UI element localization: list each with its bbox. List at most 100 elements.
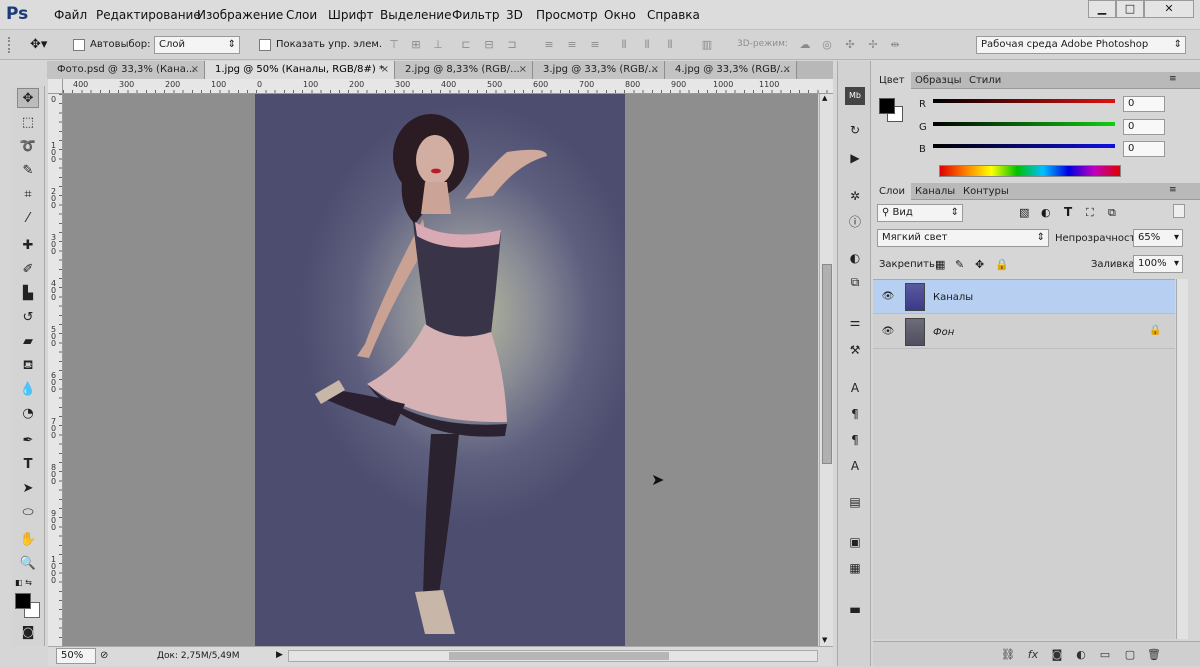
tab-channels[interactable]: Каналы [909,183,961,200]
tab-paths[interactable]: Контуры [957,183,1015,200]
show-controls-checkbox[interactable] [259,39,271,51]
hand-tool-icon[interactable]: ✋ [17,530,39,550]
new-layer-icon[interactable]: ▢ [1122,648,1138,662]
info-icon[interactable]: ⓘ [845,213,865,231]
histogram-icon[interactable]: ▃ [845,597,865,615]
align-vcenter-icon[interactable]: ⊞ [409,39,423,51]
filter-pixel-icon[interactable]: ▧ [1019,206,1029,219]
tab-photo-psd[interactable]: Фото.psd @ 33,3% (Кана... × [47,61,205,79]
layer-row-background[interactable]: 👁 Фон 🔒 [873,315,1175,349]
filter-toggle[interactable] [1173,204,1185,218]
menu-type[interactable]: Шрифт [328,8,374,22]
link-layers-icon[interactable]: ⛓ [1000,648,1016,662]
layer-filter-select[interactable]: ⚲ Вид ⇕ [877,204,963,222]
3d-pan-icon[interactable]: ✣ [843,39,857,51]
zoom-tool-icon[interactable]: 🔍 [17,554,39,574]
mini-bridge-icon[interactable]: Mb [845,87,865,105]
menu-window[interactable]: Окно [604,8,636,22]
vertical-ruler[interactable]: 0 1 0 0 2 0 0 3 0 0 4 0 0 5 0 0 6 0 0 7 … [48,94,63,646]
swap-colors-icon[interactable]: ◧ ⇆ [15,578,43,590]
clone-stamp-tool-icon[interactable]: ▙ [17,284,39,304]
channel-g-value[interactable]: 0 [1123,119,1165,135]
3d-slide-icon[interactable]: ✢ [866,39,880,51]
status-arrow-icon[interactable]: ▶ [276,650,283,660]
foreground-color-swatch[interactable] [15,593,31,609]
menu-select[interactable]: Выделение [380,8,451,22]
horizontal-ruler[interactable]: 400 300 200 100 0 100 200 300 400 500 60… [63,79,833,94]
move-tool-icon[interactable]: ✥▾ [30,37,47,52]
quick-mask-icon[interactable]: ◙ [17,623,39,643]
close-button[interactable]: ✕ [1144,0,1194,18]
menu-3d[interactable]: 3D [506,8,523,22]
filter-shape-icon[interactable]: ⛶ [1086,206,1094,220]
brush-tool-icon[interactable]: ✐ [17,260,39,280]
quick-select-tool-icon[interactable]: ✎ [17,161,39,181]
add-mask-icon[interactable]: ◙ [1049,648,1065,662]
horizontal-scrollbar[interactable] [288,650,818,662]
canvas-area[interactable]: ➤ [63,94,818,646]
menu-filter[interactable]: Фильтр [452,8,499,22]
new-group-icon[interactable]: ▭ [1097,648,1113,662]
layer-row-channels[interactable]: 👁 Каналы [873,280,1175,314]
lock-position-icon[interactable]: ✥ [975,258,984,271]
menu-help[interactable]: Справка [647,8,700,22]
dodge-tool-icon[interactable]: ◔ [17,404,39,424]
crop-tool-icon[interactable]: ⌗ [17,185,39,205]
autoselect-checkbox[interactable] [73,39,85,51]
history-icon[interactable]: ↻ [845,121,865,139]
distribute-vcenter-icon[interactable]: ≡ [565,39,579,51]
tab-4-jpg[interactable]: 4.jpg @ 33,3% (RGB/... × [665,61,797,79]
close-icon[interactable]: × [191,61,199,78]
channel-b-slider[interactable] [933,144,1115,148]
scrollbar-thumb[interactable] [449,652,669,660]
document-image[interactable] [255,94,625,646]
actions-icon[interactable]: ▶ [845,149,865,167]
tab-styles[interactable]: Стили [963,72,1007,89]
panel-menu-icon[interactable]: ≡ [1169,74,1177,84]
eraser-tool-icon[interactable]: ▰ [17,332,39,352]
new-adjustment-layer-icon[interactable]: ◐ [1073,648,1089,662]
channel-b-value[interactable]: 0 [1123,141,1165,157]
color-fg-swatch[interactable] [879,98,895,114]
tab-color[interactable]: Цвет [873,72,911,89]
pen-tool-icon[interactable]: ✒ [17,431,39,451]
filter-adjustment-icon[interactable]: ◐ [1041,206,1051,219]
channel-g-slider[interactable] [933,122,1115,126]
paint-bucket-tool-icon[interactable]: ⛾ [17,356,39,376]
lock-transparency-icon[interactable]: ▦ [935,258,945,271]
fill-field[interactable]: 100% ▾ [1133,255,1183,273]
character-styles-icon[interactable]: A [845,457,865,475]
move-tool-icon[interactable]: ✥ [17,88,39,108]
notes-icon[interactable]: ▣ [845,533,865,551]
panel-menu-icon[interactable]: ≡ [1169,185,1177,195]
align-left-icon[interactable]: ⊏ [459,39,473,51]
tab-layers[interactable]: Слои [873,183,911,200]
distribute-right-icon[interactable]: ⦀ [663,39,677,51]
menu-view[interactable]: Просмотр [536,8,598,22]
history-brush-tool-icon[interactable]: ↺ [17,308,39,328]
3d-orbit-icon[interactable]: ☁ [798,39,812,51]
menu-image[interactable]: Изображение [197,8,283,22]
zoom-level-field[interactable]: 50% [56,648,96,664]
3d-scale-icon[interactable]: ⇹ [888,39,902,51]
channel-r-slider[interactable] [933,99,1115,103]
layers-scrollbar[interactable] [1176,279,1188,639]
vertical-scrollbar[interactable]: ▲ ▼ [819,94,833,646]
close-icon[interactable]: × [519,61,527,78]
tab-3-jpg[interactable]: 3.jpg @ 33,3% (RGB/... × [533,61,665,79]
align-hcenter-icon[interactable]: ⊟ [482,39,496,51]
close-icon[interactable]: × [381,61,389,78]
workspace-select[interactable]: Рабочая среда Adobe Photoshop ⇕ [976,36,1186,54]
eyedropper-tool-icon[interactable]: ⁄ [17,209,39,229]
trash-icon[interactable]: 🗑 [1146,648,1162,662]
distribute-bottom-icon[interactable]: ≡ [588,39,602,51]
ruler-origin[interactable] [48,79,63,94]
path-select-tool-icon[interactable]: ➤ [17,479,39,499]
maximize-button[interactable]: □ [1116,0,1144,18]
layer-comps-icon[interactable]: ▤ [845,493,865,511]
lasso-tool-icon[interactable]: ➰ [17,137,39,157]
auto-align-icon[interactable]: ▥ [700,39,714,51]
paragraph-styles-icon[interactable]: ¶ [845,431,865,449]
blend-mode-select[interactable]: Мягкий свет ⇕ [877,229,1049,247]
healing-brush-tool-icon[interactable]: ✚ [17,236,39,256]
